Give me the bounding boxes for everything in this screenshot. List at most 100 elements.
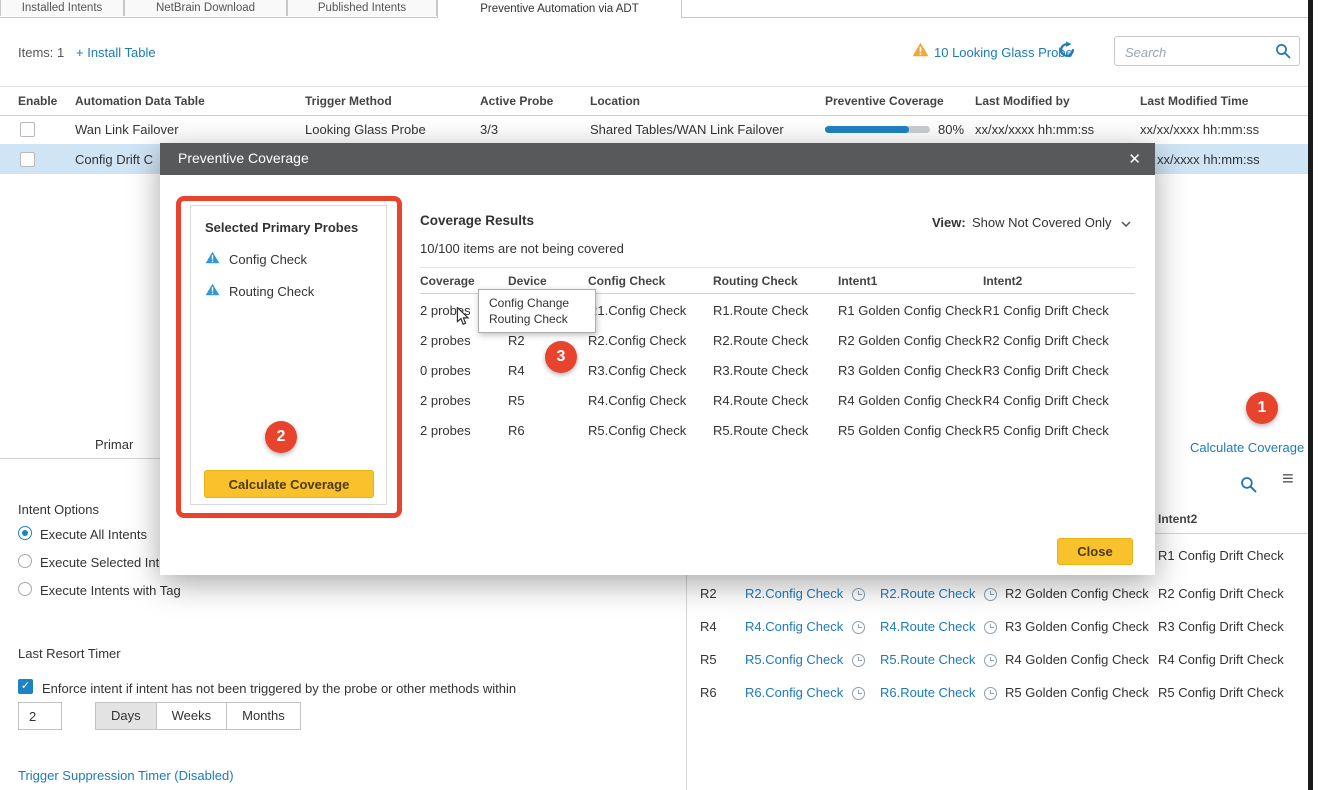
badge-number: 1 <box>1258 399 1267 417</box>
clock-icon <box>984 687 997 700</box>
cell-routing: R4.Route Check <box>713 393 808 408</box>
cell-device: R5 <box>508 393 525 408</box>
view-label: View: <box>932 215 966 230</box>
warning-icon-blue <box>205 251 220 269</box>
route-check-link[interactable]: R4.Route Check <box>880 619 975 634</box>
search-icon-small[interactable] <box>1240 476 1257 498</box>
table-row[interactable]: Wan Link Failover Looking Glass Probe 3/… <box>0 114 1308 145</box>
probe-item: Config Check <box>229 252 307 267</box>
cell-routing: R5.Route Check <box>713 423 808 438</box>
results-row[interactable]: 2 probes R6 R5.Config Check R5.Route Che… <box>160 415 1155 445</box>
cell-intent2: R3 Config Drift Check <box>983 363 1109 378</box>
cell-modified-time: xx/xx/xxxx hh:mm:ss <box>1140 122 1259 137</box>
clock-icon <box>984 588 997 601</box>
tab-label: Published Intents <box>318 2 406 14</box>
cell-intent2: R1 Config Drift Check <box>983 303 1109 318</box>
cell-trigger: Looking Glass Probe <box>305 122 426 137</box>
cell-routing: R1.Route Check <box>713 303 808 318</box>
results-row[interactable]: 2 probes R1.Config Check R1.Route Check … <box>160 295 1155 325</box>
config-check-link[interactable]: R4.Config Check <box>745 619 843 634</box>
items-count: Items: 1 <box>18 45 64 60</box>
modal-header: Preventive Coverage ✕ <box>160 143 1155 175</box>
row-checkbox[interactable] <box>20 152 35 167</box>
cell-intent2: R4 Config Drift Check <box>983 393 1109 408</box>
probe-tooltip: Config Change Routing Check <box>478 289 596 333</box>
res-col-intent1: Intent1 <box>838 274 877 288</box>
calculate-coverage-button[interactable]: Calculate Coverage <box>204 470 374 498</box>
right-table-row[interactable]: R6 R6.Config Check R6.Route Check R5 Gol… <box>0 685 1308 711</box>
annotation-step-1: 1 <box>1246 392 1278 424</box>
right-table-row[interactable]: R2 R2.Config Check R2.Route Check R2 Gol… <box>0 586 1308 612</box>
warning-icon <box>912 42 929 62</box>
tab-netbrain-download[interactable]: NetBrain Download <box>124 0 287 16</box>
view-dropdown[interactable]: Show Not Covered Only <box>972 215 1131 230</box>
menu-icon[interactable]: ≡ <box>1282 468 1294 491</box>
cell-modified-time: xx/xxxx hh:mm:ss <box>1157 152 1260 167</box>
res-col-coverage: Coverage <box>420 274 475 288</box>
annotation-step-2: 2 <box>265 421 297 453</box>
looking-glass-probe-link[interactable]: 10 Looking Glass Probe <box>934 45 1073 60</box>
trigger-suppression-link[interactable]: Trigger Suppression Timer (Disabled) <box>18 768 234 783</box>
table-header: Enable Automation Data Table Trigger Met… <box>0 86 1308 116</box>
cell-intent2: R1 Config Drift Check <box>1158 548 1284 563</box>
cell-intent1: R4 Golden Config Check <box>1005 652 1149 667</box>
close-button[interactable]: Close <box>1057 538 1133 565</box>
cell-intent1: R1 Golden Config Check <box>838 303 982 318</box>
coverage-progress-fill <box>825 126 909 133</box>
search-icon[interactable] <box>1275 43 1291 64</box>
preventive-coverage-modal: Preventive Coverage ✕ Selected Primary P… <box>160 143 1155 575</box>
res-col-device: Device <box>508 274 547 288</box>
tab-installed-intents[interactable]: Installed Intents <box>0 0 124 16</box>
cell-device: R2 <box>508 333 525 348</box>
cell-intent1: R3 Golden Config Check <box>838 363 982 378</box>
route-check-link[interactable]: R5.Route Check <box>880 652 975 667</box>
config-check-link[interactable]: R5.Config Check <box>745 652 843 667</box>
config-check-link[interactable]: R6.Config Check <box>745 685 843 700</box>
radio-execute-selected[interactable] <box>18 554 32 568</box>
cell-intent2: R3 Config Drift Check <box>1158 619 1284 634</box>
cell-device: R6 <box>508 423 525 438</box>
config-check-link[interactable]: R2.Config Check <box>745 586 843 601</box>
results-row[interactable]: 2 probes R5 R4.Config Check R4.Route Che… <box>160 385 1155 415</box>
close-icon[interactable]: ✕ <box>1128 150 1141 168</box>
cell-intent1: R2 Golden Config Check <box>838 333 982 348</box>
cursor-pointer-icon <box>456 307 470 331</box>
tab-label: Installed Intents <box>22 2 103 14</box>
col-adt: Automation Data Table <box>75 94 205 108</box>
row-checkbox[interactable] <box>20 122 35 137</box>
col-active-probe: Active Probe <box>480 94 553 108</box>
modal-title: Preventive Coverage <box>178 150 309 166</box>
tab-label: Preventive Automation via ADT <box>480 3 639 15</box>
right-table-row[interactable]: R5 R5.Config Check R5.Route Check R4 Gol… <box>0 652 1308 678</box>
badge-number: 2 <box>277 428 286 446</box>
cell-device: R4 <box>508 363 525 378</box>
tab-preventive-automation[interactable]: Preventive Automation via ADT <box>437 0 682 18</box>
route-check-link[interactable]: R6.Route Check <box>880 685 975 700</box>
cell-config: R2.Config Check <box>588 333 686 348</box>
res-col-routing: Routing Check <box>713 274 798 288</box>
calculate-coverage-link[interactable]: Calculate Coverage <box>1190 440 1304 455</box>
route-check-link[interactable]: R2.Route Check <box>880 586 975 601</box>
cell-device: R2 <box>700 586 717 601</box>
radio-execute-all[interactable] <box>18 526 32 540</box>
cell-coverage: 2 probes <box>420 333 471 348</box>
res-col-intent2: Intent2 <box>983 274 1022 288</box>
cell-coverage: 2 probes <box>420 423 471 438</box>
col-coverage: Preventive Coverage <box>825 94 944 108</box>
install-table-button[interactable]: + Install Table <box>76 45 156 60</box>
tab-primary-probes[interactable]: Primar <box>95 437 133 452</box>
tab-published-intents[interactable]: Published Intents <box>287 0 437 16</box>
results-row[interactable]: 0 probes R4 R3.Config Check R3.Route Che… <box>160 355 1155 385</box>
refresh-icon[interactable] <box>1058 41 1076 64</box>
clock-icon <box>984 621 997 634</box>
clock-icon <box>984 654 997 667</box>
col-modified-time: Last Modified Time <box>1140 94 1248 108</box>
badge-number: 3 <box>557 348 566 366</box>
results-row[interactable]: 2 probes R2 R2.Config Check R2.Route Che… <box>160 325 1155 355</box>
search-input[interactable] <box>1123 39 1267 65</box>
cell-device: R4 <box>700 619 717 634</box>
window-edge <box>1308 0 1313 790</box>
right-table-row[interactable]: R4 R4.Config Check R4.Route Check R3 Gol… <box>0 619 1308 645</box>
col-location: Location <box>590 94 640 108</box>
annotation-step-3: 3 <box>545 341 577 373</box>
